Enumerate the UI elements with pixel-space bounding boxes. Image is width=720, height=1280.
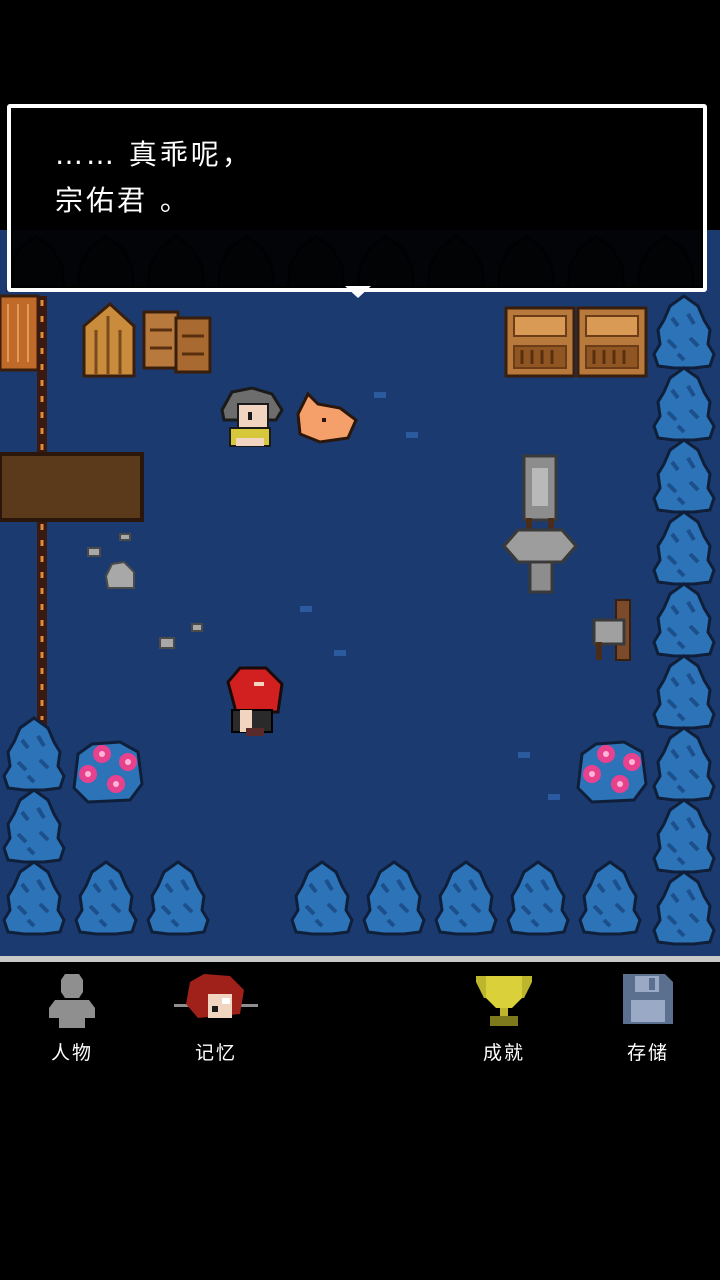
tree-column-left bbox=[2, 716, 66, 936]
drawers bbox=[142, 310, 212, 374]
achievements-label: 成就 bbox=[482, 1042, 525, 1064]
person-silhouette-icon bbox=[45, 972, 99, 1032]
flower-bush bbox=[576, 740, 648, 804]
crate bbox=[576, 306, 648, 378]
memory-button[interactable]: 记忆 bbox=[156, 972, 276, 1064]
dialog-line-1: …… 真乖呢， bbox=[55, 138, 253, 171]
floppy-disk-icon bbox=[621, 972, 675, 1030]
dialog-continue-arrow-icon[interactable] bbox=[345, 286, 371, 298]
flower-bush bbox=[72, 740, 144, 804]
menu-divider bbox=[0, 956, 720, 962]
red-hair-portrait-icon bbox=[174, 972, 258, 1032]
bottom-menu-bar: 人物 记忆 成就 存储 bbox=[0, 956, 720, 1066]
characters-label: 人物 bbox=[50, 1042, 93, 1064]
characters-button[interactable]: 人物 bbox=[12, 972, 132, 1064]
dialog-text: …… 真乖呢， 宗佑君 。 bbox=[55, 132, 253, 224]
achievements-button[interactable]: 成就 bbox=[444, 972, 564, 1064]
trophy-icon bbox=[472, 972, 536, 1032]
dialog-box[interactable]: …… 真乖呢， 宗佑君 。 bbox=[7, 104, 707, 298]
save-label: 存储 bbox=[626, 1042, 669, 1064]
crate bbox=[504, 306, 576, 378]
tree-column-right bbox=[652, 294, 716, 946]
dirt-path bbox=[0, 452, 144, 522]
save-button[interactable]: 存储 bbox=[588, 972, 708, 1064]
memory-label: 记忆 bbox=[194, 1042, 237, 1064]
dialog-line-2: 宗佑君 。 bbox=[55, 184, 191, 217]
